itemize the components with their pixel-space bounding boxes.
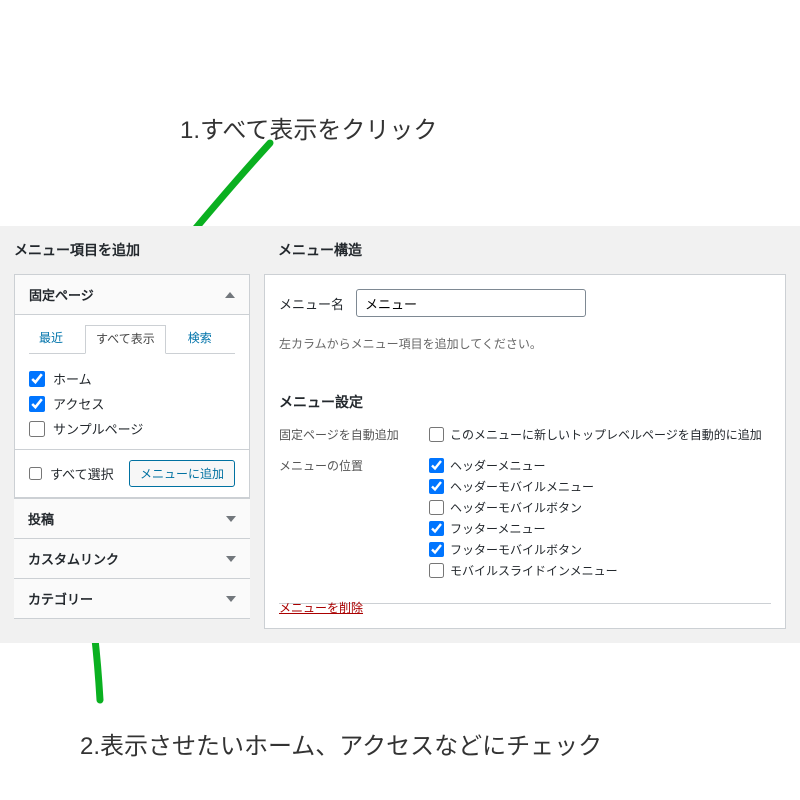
auto-add-checkbox[interactable] — [429, 427, 444, 442]
auto-add-checkbox-label[interactable]: このメニューに新しいトップレベルページを自動的に追加 — [450, 426, 762, 443]
page-label[interactable]: アクセス — [53, 394, 104, 413]
custom-links-panel-header[interactable]: カスタムリンク — [14, 538, 250, 578]
tab-all[interactable]: すべて表示 — [85, 325, 166, 354]
auto-add-value: このメニューに新しいトップレベルページを自動的に追加 — [429, 426, 771, 447]
position-label-text[interactable]: フッターモバイルボタン — [450, 541, 582, 558]
categories-panel-title: カテゴリー — [28, 589, 93, 608]
position-header-checkbox[interactable] — [429, 458, 444, 473]
pages-tabs: 最近 すべて表示 検索 — [15, 315, 249, 353]
categories-panel-header[interactable]: カテゴリー — [14, 578, 250, 619]
page-checkbox-home[interactable] — [29, 371, 45, 387]
page-label[interactable]: サンプルページ — [53, 419, 143, 438]
menu-name-input[interactable] — [356, 289, 586, 317]
left-column: メニュー項目を追加 固定ページ 最近 すべて表示 検索 ホーム アクセス — [0, 226, 264, 643]
list-item: サンプルページ — [29, 416, 235, 441]
auto-add-label: 固定ページを自動追加 — [279, 426, 429, 447]
posts-panel-title: 投稿 — [28, 509, 54, 528]
select-all-row: すべて選択 メニューに追加 — [15, 449, 249, 497]
auto-add-row: 固定ページを自動追加 このメニューに新しいトップレベルページを自動的に追加 — [279, 426, 771, 447]
menu-editor: メニュー項目を追加 固定ページ 最近 すべて表示 検索 ホーム アクセス — [0, 226, 800, 643]
annotation-step-1: 1.すべて表示をクリック — [180, 110, 437, 145]
chevron-down-icon — [226, 516, 236, 522]
position-label-text[interactable]: ヘッダーメニュー — [450, 457, 546, 474]
select-all-label[interactable]: すべて選択 — [50, 464, 114, 483]
pages-panel-header[interactable]: 固定ページ — [15, 275, 249, 315]
position-value: ヘッダーメニュー ヘッダーモバイルメニュー ヘッダーモバイルボタン フッターメニ… — [429, 457, 771, 583]
checkbox-line: ヘッダーモバイルボタン — [429, 499, 771, 516]
checkbox-line: このメニューに新しいトップレベルページを自動的に追加 — [429, 426, 771, 443]
checkbox-line: フッターメニュー — [429, 520, 771, 537]
menu-structure-panel: メニュー名 左カラムからメニュー項目を追加してください。 メニュー設定 固定ペー… — [264, 274, 786, 629]
position-label-text[interactable]: ヘッダーモバイルボタン — [450, 499, 582, 516]
instruction-text: 左カラムからメニュー項目を追加してください。 — [279, 335, 771, 352]
position-header-mobile-btn-checkbox[interactable] — [429, 500, 444, 515]
position-row: メニューの位置 ヘッダーメニュー ヘッダーモバイルメニュー ヘッダーモバイルボタ… — [279, 457, 771, 583]
checkbox-line: ヘッダーメニュー — [429, 457, 771, 474]
right-section-title: メニュー構造 — [264, 226, 800, 274]
tab-search[interactable]: 検索 — [178, 325, 222, 353]
position-mobile-slidein-checkbox[interactable] — [429, 563, 444, 578]
position-header-mobile-checkbox[interactable] — [429, 479, 444, 494]
chevron-up-icon — [225, 292, 235, 298]
custom-links-panel-title: カスタムリンク — [28, 549, 119, 568]
position-footer-checkbox[interactable] — [429, 521, 444, 536]
tab-recent[interactable]: 最近 — [29, 325, 73, 353]
select-all-checkbox[interactable] — [29, 467, 42, 480]
page-list: ホーム アクセス サンプルページ — [15, 354, 249, 449]
collapsed-panels: 投稿 カスタムリンク カテゴリー — [14, 498, 250, 619]
page-checkbox-access[interactable] — [29, 396, 45, 412]
menu-name-row: メニュー名 — [279, 289, 771, 317]
right-column: メニュー構造 メニュー名 左カラムからメニュー項目を追加してください。 メニュー… — [264, 226, 800, 643]
menu-settings-title: メニュー設定 — [279, 392, 771, 412]
left-section-title: メニュー項目を追加 — [0, 226, 264, 274]
position-label: メニューの位置 — [279, 457, 429, 583]
position-label-text[interactable]: ヘッダーモバイルメニュー — [450, 478, 594, 495]
annotation-step-2: 2.表示させたいホーム、アクセスなどにチェック — [80, 726, 602, 761]
checkbox-line: フッターモバイルボタン — [429, 541, 771, 558]
checkbox-line: ヘッダーモバイルメニュー — [429, 478, 771, 495]
list-item: ホーム — [29, 366, 235, 391]
delete-menu-link[interactable]: メニューを削除 — [279, 599, 363, 616]
pages-panel: 固定ページ 最近 すべて表示 検索 ホーム アクセス — [14, 274, 250, 498]
position-label-text[interactable]: モバイルスライドインメニュー — [450, 562, 618, 579]
page-label[interactable]: ホーム — [53, 369, 92, 388]
checkbox-line: モバイルスライドインメニュー — [429, 562, 771, 579]
position-footer-mobile-btn-checkbox[interactable] — [429, 542, 444, 557]
chevron-down-icon — [226, 556, 236, 562]
list-item: アクセス — [29, 391, 235, 416]
posts-panel-header[interactable]: 投稿 — [14, 498, 250, 538]
select-all-left: すべて選択 — [29, 464, 114, 483]
pages-panel-title: 固定ページ — [29, 285, 94, 304]
chevron-down-icon — [226, 596, 236, 602]
menu-name-label: メニュー名 — [279, 294, 344, 313]
position-label-text[interactable]: フッターメニュー — [450, 520, 546, 537]
page-checkbox-sample[interactable] — [29, 421, 45, 437]
add-to-menu-button[interactable]: メニューに追加 — [129, 460, 235, 487]
